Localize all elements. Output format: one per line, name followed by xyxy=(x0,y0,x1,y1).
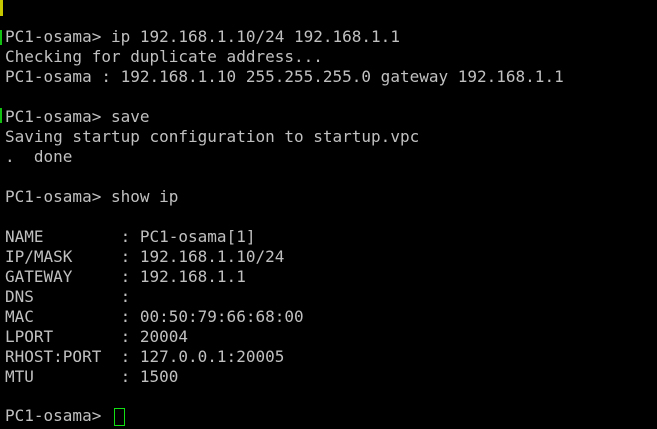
terminal-line: LPORT : 20004 xyxy=(5,327,189,346)
scroll-marker-top xyxy=(0,0,3,16)
terminal-line: IP/MASK : 192.168.1.10/24 xyxy=(5,247,285,266)
terminal-line: Saving startup configuration to startup.… xyxy=(5,127,420,146)
terminal-line: PC1-osama> ip 192.168.1.10/24 192.168.1.… xyxy=(5,27,400,46)
terminal-line: MAC : 00:50:79:66:68:00 xyxy=(5,307,304,326)
terminal-line: RHOST:PORT : 127.0.0.1:20005 xyxy=(5,347,285,366)
terminal-cursor[interactable] xyxy=(114,408,125,426)
terminal-line: Checking for duplicate address... xyxy=(5,47,323,66)
terminal-line: PC1-osama> save xyxy=(5,107,150,126)
terminal-line: DNS : xyxy=(5,287,131,306)
terminal-line: GATEWAY : 192.168.1.1 xyxy=(5,267,246,286)
terminal-window[interactable]: PC1-osama> ip 192.168.1.10/24 192.168.1.… xyxy=(0,0,657,429)
terminal-line: PC1-osama : 192.168.1.10 255.255.255.0 g… xyxy=(5,67,564,86)
line-marker-2 xyxy=(0,108,2,123)
terminal-line: NAME : PC1-osama[1] xyxy=(5,227,256,246)
terminal-line: MTU : 1500 xyxy=(5,367,179,386)
terminal-line: PC1-osama> show ip xyxy=(5,187,179,206)
terminal-prompt[interactable]: PC1-osama> xyxy=(5,406,111,426)
line-marker-1 xyxy=(0,30,2,45)
terminal-line: . done xyxy=(5,147,73,166)
